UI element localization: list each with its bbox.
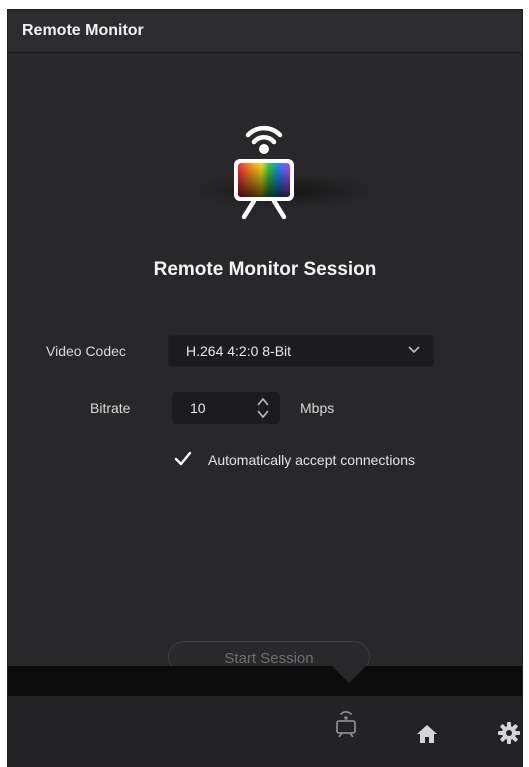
bitrate-label: Bitrate [90,400,131,416]
gear-icon[interactable] [498,722,520,744]
window-title: Remote Monitor [22,22,144,39]
bitrate-field[interactable]: 10 [172,392,280,424]
auto-accept-checkbox[interactable] [174,450,192,468]
bottom-toolbar [8,696,522,767]
remote-monitor-window: Remote Monitor Remote Monitor Session Vi… [8,10,522,767]
home-icon[interactable] [416,724,438,744]
title-bar: Remote Monitor [8,10,522,53]
video-codec-value: H.264 4:2:0 8-Bit [186,343,292,359]
chevron-down-icon [408,346,420,354]
session-panel: Remote Monitor Session Video Codec H.264… [8,53,522,673]
bitrate-value: 10 [190,400,206,416]
stepper-icon[interactable] [256,394,270,422]
remote-monitor-icon[interactable] [334,708,358,738]
video-codec-label: Video Codec [46,343,126,359]
active-tab-pointer [332,666,366,683]
bitrate-unit: Mbps [300,400,335,416]
session-title: Remote Monitor Session [153,259,377,280]
video-codec-select[interactable]: H.264 4:2:0 8-Bit [168,335,434,367]
bottom-divider-strip [8,666,522,696]
auto-accept-label[interactable]: Automatically accept connections [208,452,415,468]
remote-monitor-icon [234,125,294,220]
